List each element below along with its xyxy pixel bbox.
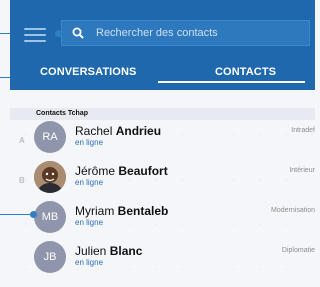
- status-text: en ligne: [75, 258, 104, 267]
- tab-contacts[interactable]: CONTACTS: [215, 66, 276, 78]
- contact-row[interactable]: MB Myriam Bentaleb en ligne Modernisatio…: [10, 201, 315, 241]
- department-label: Diplomatie: [281, 247, 315, 254]
- contact-name: Jérôme Beaufort: [75, 164, 168, 178]
- contact-row[interactable]: Jérôme Beaufort en ligne Intérieur: [10, 161, 315, 201]
- callout-dot-contact: [30, 211, 37, 218]
- status-text: en ligne: [75, 178, 104, 187]
- avatar: MB: [34, 201, 66, 233]
- contact-row[interactable]: JB Julien Blanc en ligne Diplomatie: [10, 241, 315, 281]
- contact-name: Rachel Andrieu: [75, 124, 162, 138]
- department-label: Intradef: [291, 127, 315, 134]
- active-tab-indicator: [158, 81, 305, 83]
- hamburger-menu-icon[interactable]: [24, 24, 46, 42]
- callout-line-contact: [0, 214, 33, 215]
- section-header: Contacts Tchap: [10, 108, 315, 120]
- status-text: en ligne: [75, 138, 104, 147]
- search-icon: [72, 27, 84, 39]
- contact-name: Julien Blanc: [75, 244, 143, 258]
- avatar: RA: [34, 121, 66, 153]
- avatar: JB: [34, 241, 66, 273]
- status-text: en ligne: [75, 218, 104, 227]
- search-field[interactable]: [61, 20, 310, 46]
- app-header: CONVERSATIONS CONTACTS: [10, 0, 315, 90]
- callout-dot-menu: [55, 30, 62, 37]
- tab-conversations[interactable]: CONVERSATIONS: [40, 66, 136, 78]
- tab-bar: CONVERSATIONS CONTACTS: [10, 62, 315, 88]
- avatar: [34, 161, 66, 193]
- person-photo-icon: [34, 161, 66, 193]
- department-label: Intérieur: [289, 167, 315, 174]
- contact-row[interactable]: RA Rachel Andrieu en ligne Intradef: [10, 121, 315, 161]
- search-input[interactable]: [94, 26, 288, 40]
- department-label: Modernisation: [271, 207, 315, 214]
- contact-name: Myriam Bentaleb: [75, 204, 169, 218]
